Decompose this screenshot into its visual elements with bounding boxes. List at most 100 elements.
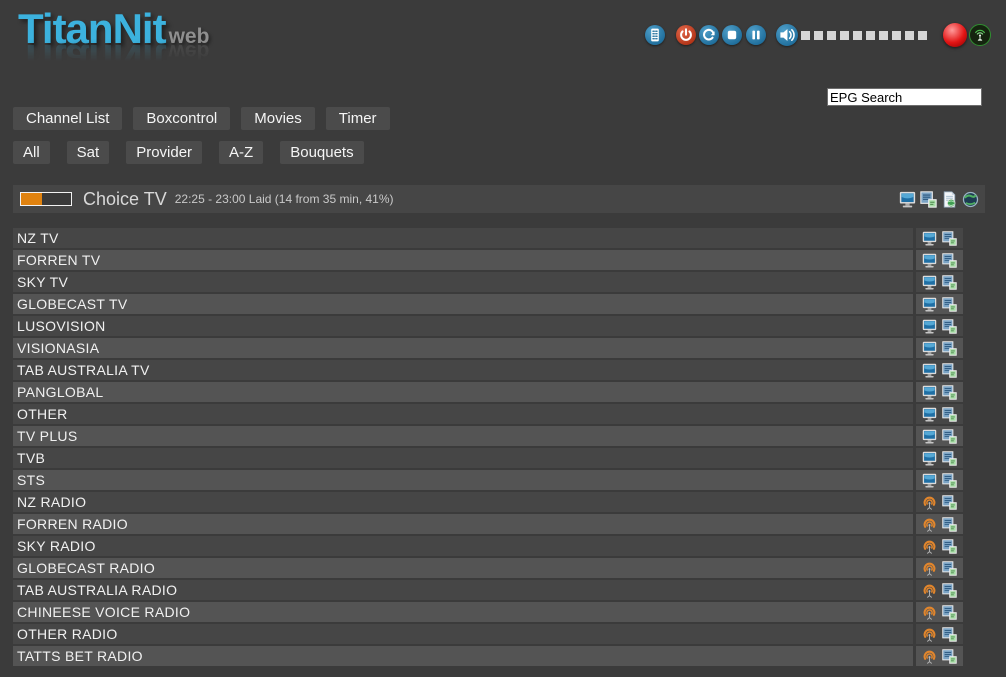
signal-icon[interactable] xyxy=(969,24,991,46)
filter-sat-button[interactable]: Sat xyxy=(67,141,110,164)
tv-icon[interactable] xyxy=(922,385,937,400)
epg-icon[interactable] xyxy=(942,275,957,290)
channel-name-bar[interactable]: TVB xyxy=(13,448,913,468)
pause-icon[interactable] xyxy=(746,25,766,45)
radio-icon[interactable] xyxy=(922,517,937,532)
channel-name-bar[interactable]: TATTS BET RADIO xyxy=(13,646,913,666)
channel-name-bar[interactable]: GLOBECAST RADIO xyxy=(13,558,913,578)
epg-icon[interactable] xyxy=(942,649,957,664)
radio-icon[interactable] xyxy=(922,539,937,554)
nav-channel-list-button[interactable]: Channel List xyxy=(13,107,122,130)
epg-icon[interactable] xyxy=(942,517,957,532)
channel-name-bar[interactable]: STS xyxy=(13,470,913,490)
tv-icon[interactable] xyxy=(922,231,937,246)
epg-icon[interactable] xyxy=(942,539,957,554)
epg-icon[interactable] xyxy=(942,385,957,400)
epg-icon[interactable] xyxy=(942,605,957,620)
power-icon[interactable] xyxy=(676,25,696,45)
epg-icon[interactable] xyxy=(920,191,937,208)
radio-icon[interactable] xyxy=(922,583,937,598)
filter-all-button[interactable]: All xyxy=(13,141,50,164)
channel-row-actions xyxy=(916,580,963,600)
channel-name-bar[interactable]: CHINEESE VOICE RADIO xyxy=(13,602,913,622)
tv-icon[interactable] xyxy=(922,407,937,422)
channel-name-bar[interactable]: OTHER RADIO xyxy=(13,624,913,644)
channel-name-bar[interactable]: SKY RADIO xyxy=(13,536,913,556)
channel-name: SKY RADIO xyxy=(13,536,913,556)
nav-movies-button[interactable]: Movies xyxy=(241,107,315,130)
channel-name-bar[interactable]: FORREN TV xyxy=(13,250,913,270)
channel-name-bar[interactable]: TV PLUS xyxy=(13,426,913,446)
nav-timer-button[interactable]: Timer xyxy=(326,107,390,130)
volume-segment[interactable] xyxy=(879,31,888,40)
volume-segment[interactable] xyxy=(892,31,901,40)
record-indicator xyxy=(943,23,967,47)
epg-icon[interactable] xyxy=(942,297,957,312)
filter-az-button[interactable]: A-Z xyxy=(219,141,263,164)
epg-icon[interactable] xyxy=(942,627,957,642)
epg-icon[interactable] xyxy=(942,473,957,488)
volume-segment[interactable] xyxy=(866,31,875,40)
tv-icon[interactable] xyxy=(899,191,916,208)
epg-icon[interactable] xyxy=(942,583,957,598)
tv-icon[interactable] xyxy=(922,363,937,378)
epg-icon[interactable] xyxy=(942,341,957,356)
epg-icon[interactable] xyxy=(942,319,957,334)
filter-bouquets-button[interactable]: Bouquets xyxy=(280,141,363,164)
channel-name-bar[interactable]: NZ TV xyxy=(13,228,913,248)
filter-provider-button[interactable]: Provider xyxy=(126,141,202,164)
radio-icon[interactable] xyxy=(922,495,937,510)
epg-icon[interactable] xyxy=(942,561,957,576)
stop-icon[interactable] xyxy=(722,25,742,45)
now-playing-bar: Choice TV 22:25 - 23:00 Laid (14 from 35… xyxy=(13,185,985,213)
tv-icon[interactable] xyxy=(922,451,937,466)
nav-boxcontrol-button[interactable]: Boxcontrol xyxy=(133,107,230,130)
channel-name: NZ TV xyxy=(13,228,913,248)
volume-segment[interactable] xyxy=(853,31,862,40)
volume-segment[interactable] xyxy=(905,31,914,40)
tv-icon[interactable] xyxy=(922,473,937,488)
channel-name-bar[interactable]: VISIONASIA xyxy=(13,338,913,358)
volume-segment[interactable] xyxy=(814,31,823,40)
epg-icon[interactable] xyxy=(942,429,957,444)
volume-segment[interactable] xyxy=(918,31,927,40)
tv-icon[interactable] xyxy=(922,319,937,334)
tv-icon[interactable] xyxy=(922,429,937,444)
channel-name-bar[interactable]: NZ RADIO xyxy=(13,492,913,512)
tv-icon[interactable] xyxy=(922,297,937,312)
epg-search-input[interactable] xyxy=(827,88,982,106)
volume-icon[interactable] xyxy=(776,24,798,46)
channel-name-bar[interactable]: FORREN RADIO xyxy=(13,514,913,534)
channel-name-bar[interactable]: TAB AUSTRALIA TV xyxy=(13,360,913,380)
channel-name-bar[interactable]: SKY TV xyxy=(13,272,913,292)
volume-bar xyxy=(801,31,931,40)
web-icon[interactable] xyxy=(962,191,979,208)
volume-segment[interactable] xyxy=(827,31,836,40)
radio-icon[interactable] xyxy=(922,627,937,642)
epg-icon[interactable] xyxy=(942,253,957,268)
remote-icon[interactable] xyxy=(645,25,665,45)
channel-name-bar[interactable]: LUSOVISION xyxy=(13,316,913,336)
radio-icon[interactable] xyxy=(922,605,937,620)
channel-name-bar[interactable]: PANGLOBAL xyxy=(13,382,913,402)
stream-icon[interactable] xyxy=(941,191,958,208)
epg-icon[interactable] xyxy=(942,495,957,510)
volume-segment[interactable] xyxy=(840,31,849,40)
channel-row-actions xyxy=(916,646,963,666)
volume-segment[interactable] xyxy=(801,31,810,40)
radio-icon[interactable] xyxy=(922,561,937,576)
reload-icon[interactable] xyxy=(699,25,719,45)
channel-name: TAB AUSTRALIA TV xyxy=(13,360,913,380)
epg-icon[interactable] xyxy=(942,407,957,422)
radio-icon[interactable] xyxy=(922,649,937,664)
channel-name-bar[interactable]: OTHER xyxy=(13,404,913,424)
tv-icon[interactable] xyxy=(922,341,937,356)
channel-name-bar[interactable]: GLOBECAST TV xyxy=(13,294,913,314)
epg-icon[interactable] xyxy=(942,451,957,466)
tv-icon[interactable] xyxy=(922,253,937,268)
epg-icon[interactable] xyxy=(942,363,957,378)
epg-icon[interactable] xyxy=(942,231,957,246)
tv-icon[interactable] xyxy=(922,275,937,290)
channel-name: FORREN RADIO xyxy=(13,514,913,534)
channel-name-bar[interactable]: TAB AUSTRALIA RADIO xyxy=(13,580,913,600)
